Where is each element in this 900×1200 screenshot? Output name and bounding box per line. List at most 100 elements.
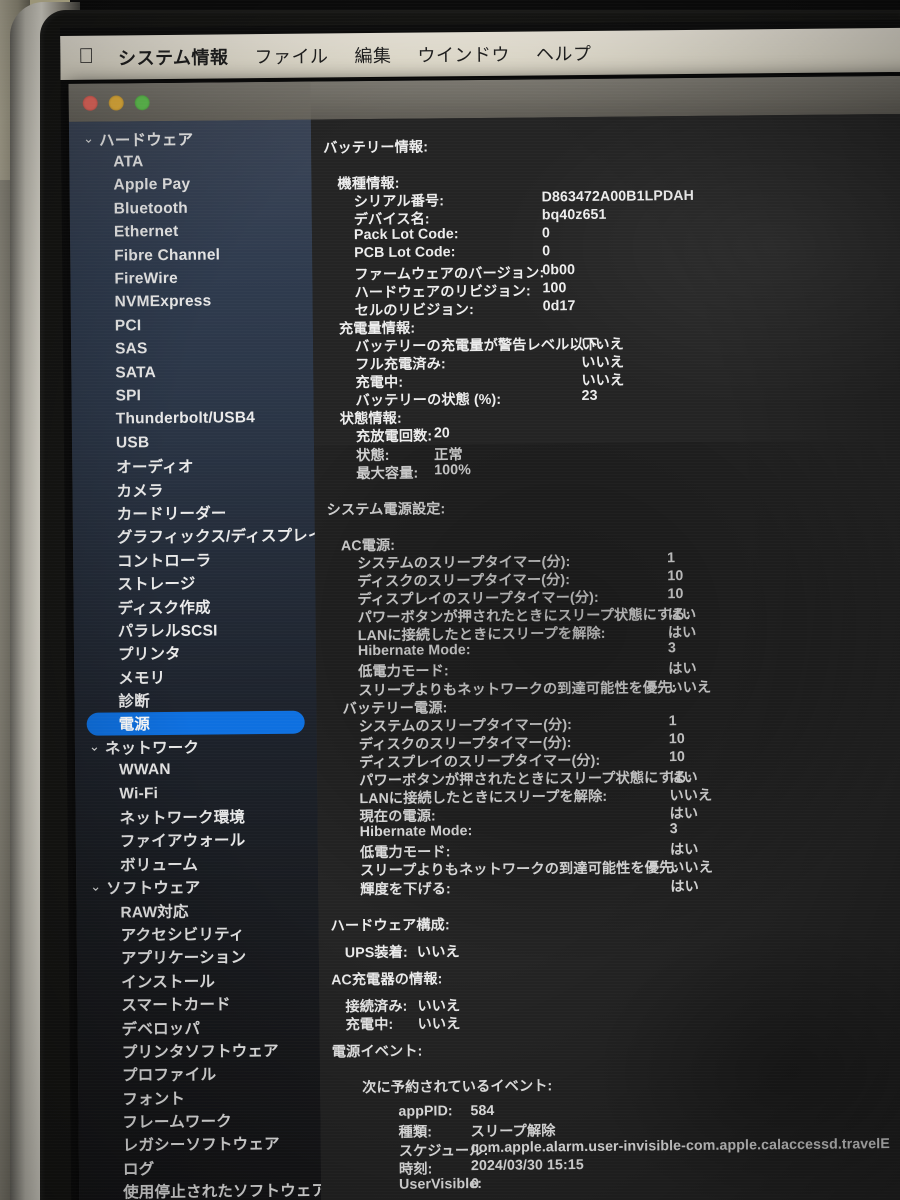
- sidebar-item-label: オーディオ: [116, 458, 194, 477]
- sidebar-item-2[interactable]: Apple Pay: [69, 172, 311, 198]
- menu-item-window[interactable]: ウインドウ: [417, 41, 510, 68]
- sidebar-item-label: 使用停止されたソフトウェア: [123, 1182, 322, 1200]
- sidebar-item-label: Ethernet: [113, 223, 179, 241]
- sidebar-item-12[interactable]: Thunderbolt/USB4: [72, 406, 314, 432]
- sidebar-item-4[interactable]: Ethernet: [70, 219, 312, 245]
- sidebar-item-32[interactable]: ⌄ ソフトウェア: [76, 874, 318, 900]
- sidebar-item-label: WWAN: [119, 761, 171, 779]
- sidebar-item-6[interactable]: FireWire: [70, 266, 312, 292]
- sidebar-item-24[interactable]: 診断: [74, 687, 316, 713]
- sidebar-item-40[interactable]: プロファイル: [78, 1061, 320, 1087]
- sidebar-item-17[interactable]: グラフィックス/ディスプレイ: [73, 523, 322, 549]
- sidebar-item-16[interactable]: カードリーダー: [73, 500, 315, 526]
- sidebar-item-18[interactable]: コントローラ: [73, 547, 315, 573]
- sidebar-item-36[interactable]: インストール: [77, 968, 319, 994]
- sidebar-item-label: USB: [115, 433, 150, 452]
- zoom-button[interactable]: [134, 95, 150, 111]
- sidebar-item-label: ネットワーク: [104, 739, 200, 758]
- sidebar-item-1[interactable]: ATA: [69, 149, 311, 175]
- sidebar-item-label: フレームワーク: [122, 1113, 233, 1132]
- health-row-value: 100%: [434, 461, 472, 479]
- sidebar-item-14[interactable]: オーディオ: [72, 453, 314, 479]
- hw-config-row-value: いいえ: [416, 943, 460, 961]
- hardware-config-header-text: ハードウェア構成:: [330, 916, 450, 935]
- close-button[interactable]: [82, 95, 98, 111]
- sidebar-item-label: プリンタソフトウェア: [121, 1042, 279, 1062]
- sidebar-item-15[interactable]: カメラ: [72, 476, 314, 502]
- window-controls: [82, 95, 150, 111]
- sidebar-item-39[interactable]: プリンタソフトウェア: [78, 1038, 320, 1064]
- sidebar-item-3[interactable]: Bluetooth: [70, 196, 312, 222]
- sidebar[interactable]: ⌄ ハードウェア ATA Apple Pay Bluetooth Ethernet Fibr…: [68, 119, 322, 1200]
- sidebar-item-label: SPI: [115, 387, 142, 405]
- sidebar-item-31[interactable]: ボリューム: [76, 851, 318, 877]
- sidebar-item-9[interactable]: SAS: [71, 336, 313, 362]
- sidebar-item-45[interactable]: 使用停止されたソフトウェア: [79, 1178, 321, 1200]
- hw-config-row-key: UPS装着:: [344, 944, 408, 962]
- scheduled-events-header-text: 次に予約されているイベント:: [362, 1078, 553, 1097]
- sidebar-item-42[interactable]: フレームワーク: [78, 1108, 320, 1134]
- lcd-panel:  システム情報 ファイル 編集 ウインドウ ヘルプ ⌄ハードウェアATAApp…: [60, 19, 900, 1200]
- ac-charger-header-text: AC充電器の情報:: [331, 971, 443, 989]
- sidebar-item-38[interactable]: デベロッパ: [77, 1014, 319, 1040]
- sidebar-item-13[interactable]: USB: [72, 430, 314, 456]
- sidebar-item-label: グラフィックス/ディスプレイ: [116, 527, 322, 547]
- sidebar-item-label: インストール: [121, 973, 216, 992]
- battery-power-row-value: はい: [670, 878, 699, 895]
- sidebar-item-11[interactable]: SPI: [71, 383, 313, 409]
- sidebar-item-label: FireWire: [114, 269, 178, 288]
- sidebar-item-label: SATA: [115, 363, 157, 382]
- ac-charger-row-value: いいえ: [417, 1016, 461, 1033]
- chevron-down-icon[interactable]: ⌄: [90, 879, 106, 895]
- sidebar-item-5[interactable]: Fibre Channel: [70, 243, 312, 269]
- sidebar-item-26[interactable]: ⌄ ネットワーク: [75, 734, 317, 760]
- sidebar-item-0[interactable]: ⌄ ハードウェア: [69, 126, 311, 152]
- sidebar-item-28[interactable]: Wi-Fi: [75, 781, 317, 807]
- sidebar-item-label: ログ: [122, 1161, 155, 1179]
- sidebar-item-8[interactable]: PCI: [71, 313, 313, 339]
- sidebar-item-19[interactable]: ストレージ: [73, 570, 315, 596]
- menu-item-help[interactable]: ヘルプ: [536, 40, 592, 67]
- sidebar-item-label: Thunderbolt/USB4: [115, 409, 256, 428]
- chevron-down-icon[interactable]: ⌄: [83, 130, 99, 146]
- sidebar-item-21[interactable]: パラレルSCSI: [74, 617, 316, 643]
- sidebar-item-22[interactable]: プリンタ: [74, 640, 316, 666]
- sidebar-item-10[interactable]: SATA: [71, 359, 313, 385]
- menu-item-file[interactable]: ファイル: [254, 42, 328, 69]
- event-row-key: UserVisible:: [399, 1175, 483, 1193]
- event-row-key: appPID:: [398, 1103, 453, 1121]
- sidebar-item-34[interactable]: アクセシビリティ: [77, 921, 319, 947]
- model-row-value: 0d17: [542, 297, 576, 315]
- sidebar-item-25[interactable]: 電源: [86, 710, 305, 736]
- model-row-value: 0: [542, 243, 551, 260]
- sidebar-item-label: SAS: [115, 340, 148, 358]
- chevron-down-icon[interactable]: ⌄: [89, 738, 105, 754]
- sidebar-item-33[interactable]: RAW対応: [76, 897, 318, 923]
- sidebar-item-label: カードリーダー: [116, 505, 227, 524]
- sidebar-item-30[interactable]: ファイアウォール: [76, 827, 318, 853]
- menu-item-system-information[interactable]: システム情報: [118, 43, 229, 70]
- sidebar-item-label: Bluetooth: [113, 199, 188, 218]
- sidebar-item-29[interactable]: ネットワーク環境: [75, 804, 317, 830]
- model-row-value: D863472A00B1LPDAH: [541, 188, 695, 206]
- sidebar-item-label: カメラ: [116, 482, 164, 501]
- sidebar-item-7[interactable]: NVMExpress: [71, 289, 313, 315]
- sidebar-item-41[interactable]: フォント: [78, 1085, 320, 1111]
- sidebar-item-43[interactable]: レガシーソフトウェア: [79, 1131, 321, 1157]
- sidebar-item-label: 診断: [118, 693, 150, 711]
- sidebar-item-44[interactable]: ログ: [79, 1155, 321, 1181]
- sidebar-item-label: ファイアウォール: [119, 832, 246, 851]
- sidebar-item-23[interactable]: メモリ: [74, 664, 316, 690]
- sidebar-item-20[interactable]: ディスク作成: [73, 593, 315, 619]
- apple-logo-icon[interactable]: : [78, 44, 94, 67]
- minimize-button[interactable]: [108, 95, 124, 111]
- sidebar-item-37[interactable]: スマートカード: [77, 991, 319, 1017]
- sidebar-item-35[interactable]: アプリケーション: [77, 944, 319, 970]
- sidebar-item-27[interactable]: WWAN: [75, 757, 317, 783]
- sidebar-item-label: アプリケーション: [120, 949, 247, 968]
- menu-bar:  システム情報 ファイル 編集 ウインドウ ヘルプ: [60, 27, 900, 80]
- menu-item-edit[interactable]: 編集: [354, 42, 391, 68]
- sidebar-item-label: ボリューム: [119, 856, 199, 875]
- ac-row-key: Hibernate Mode:: [357, 642, 471, 660]
- event-row-value: com.apple.alarm.user-invisible-com.apple…: [470, 1135, 890, 1156]
